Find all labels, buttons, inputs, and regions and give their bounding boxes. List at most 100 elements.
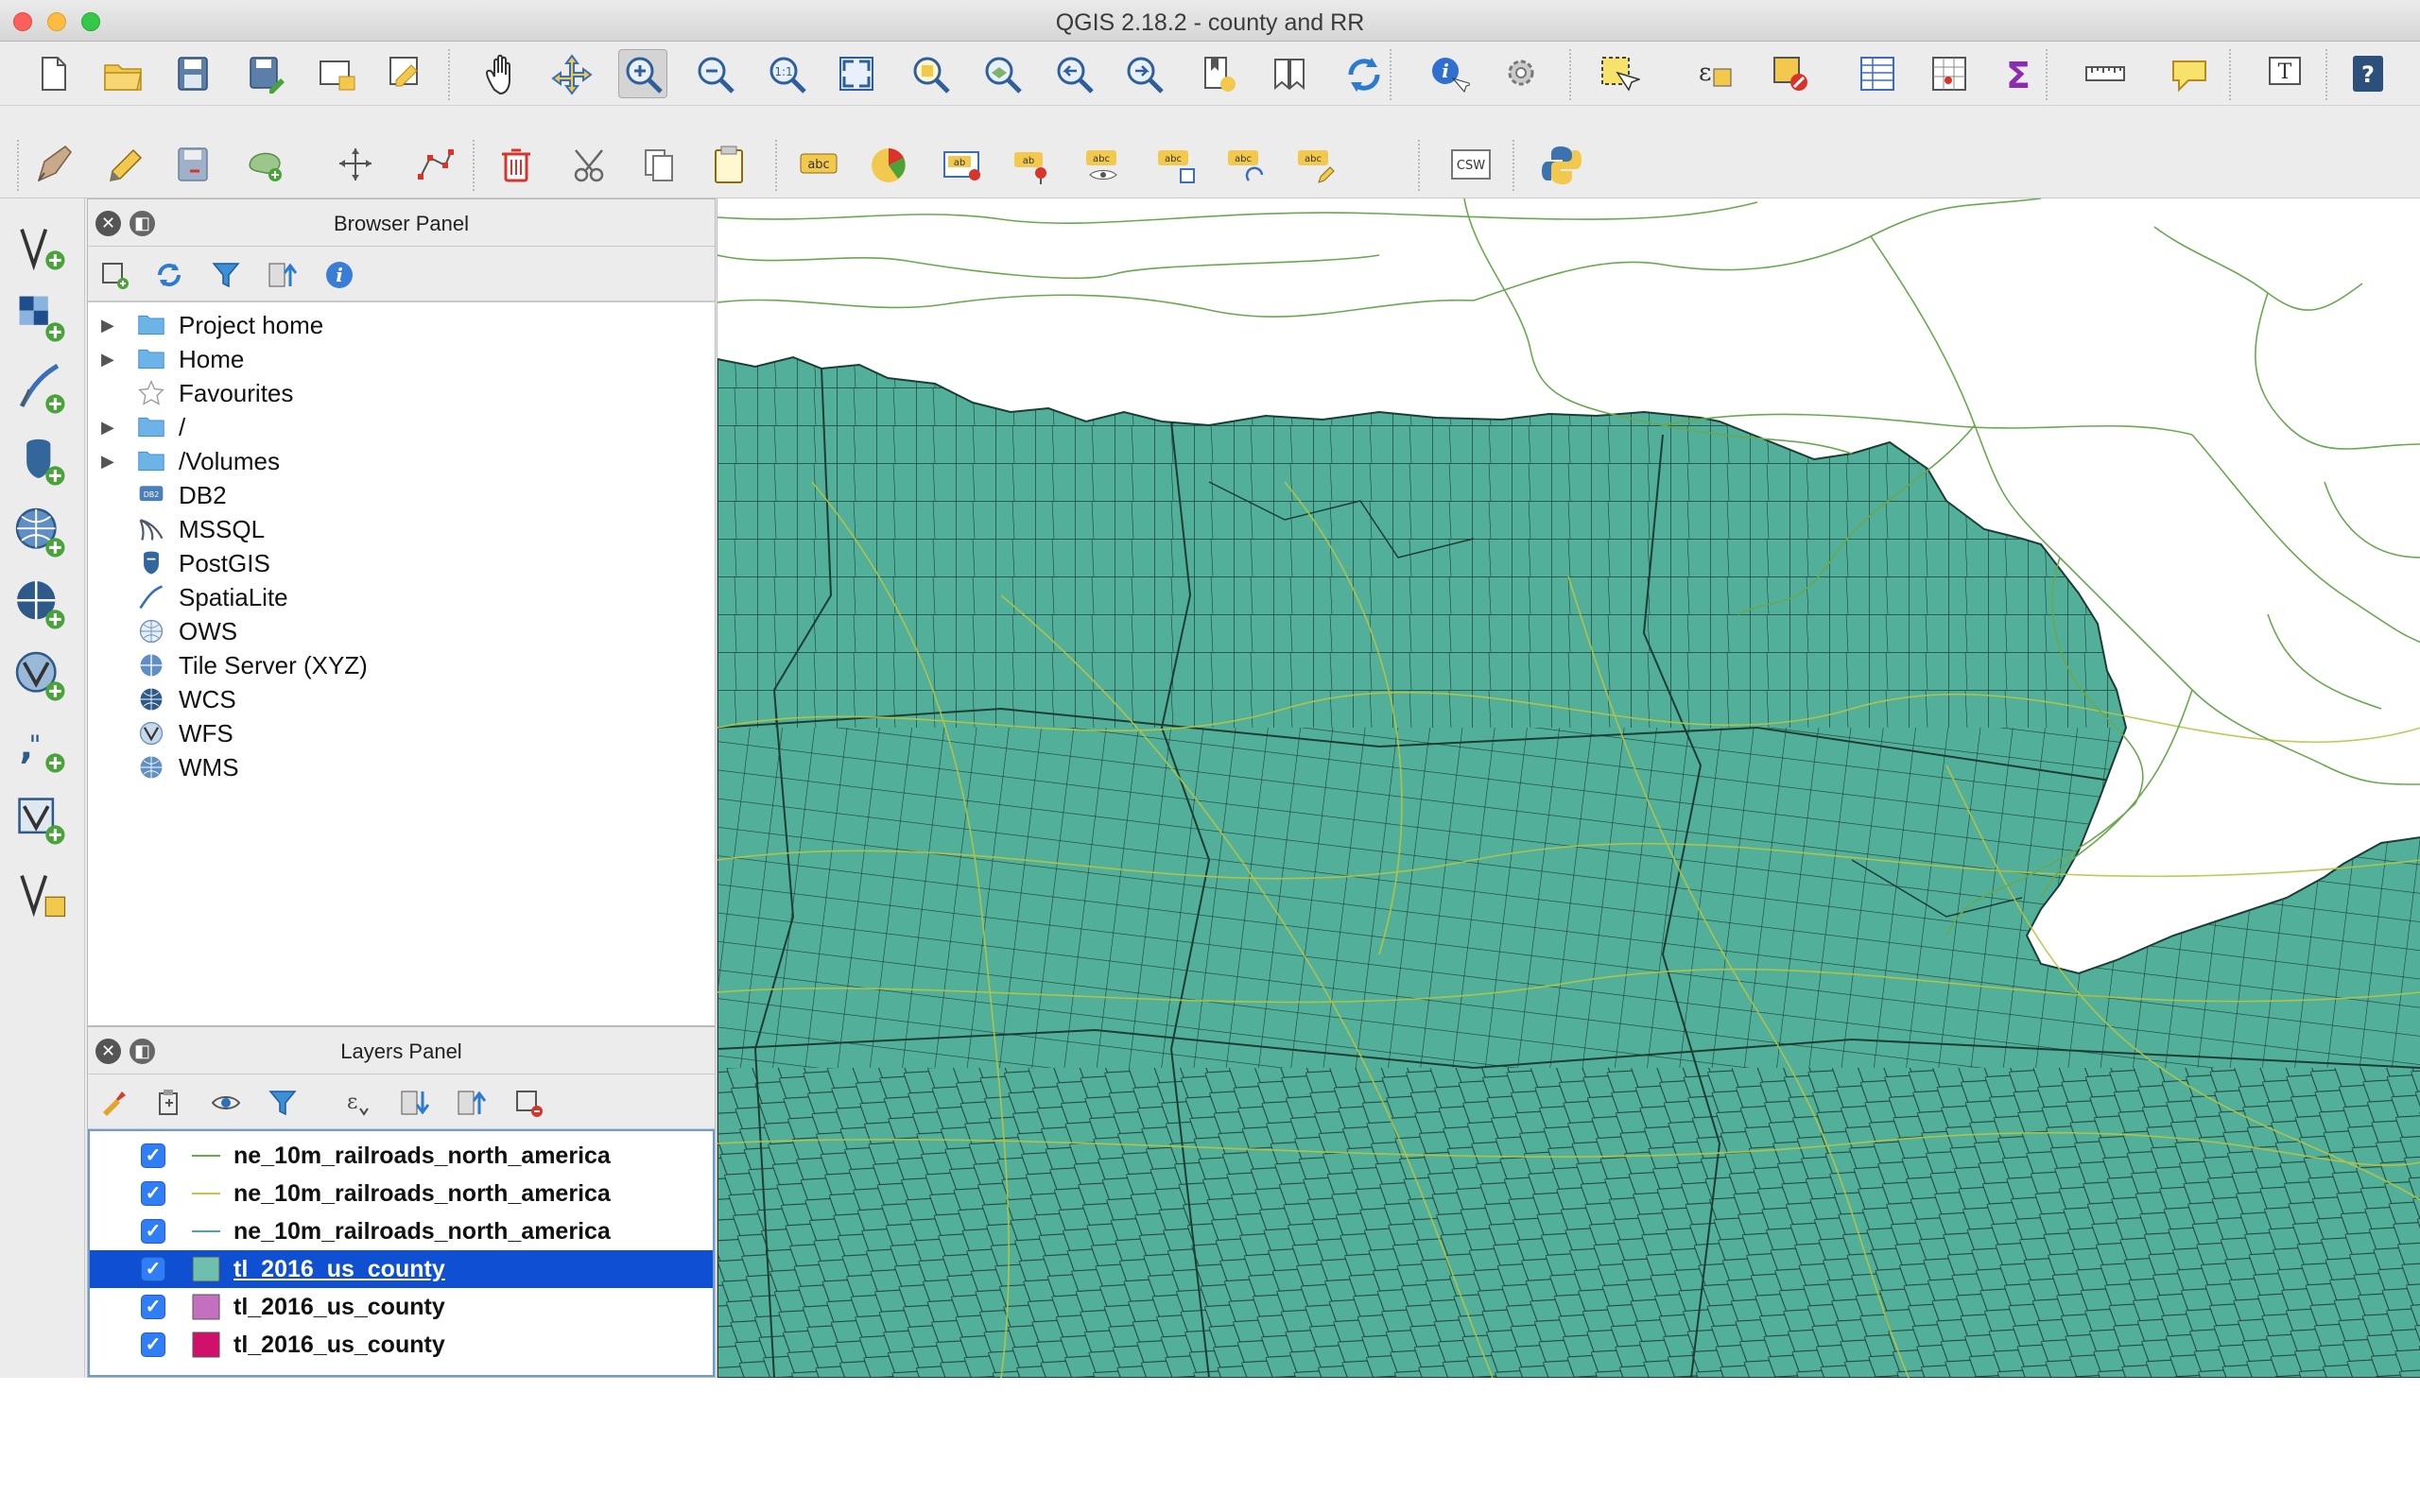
browser-item[interactable]: Favourites <box>88 376 715 410</box>
rotate-label-button[interactable]: abc <box>1221 140 1270 189</box>
zoom-full-button[interactable] <box>832 49 881 98</box>
browser-item[interactable]: SpatiaLite <box>88 580 715 614</box>
layer-row[interactable]: ✓ ne_10m_railroads_north_america <box>90 1212 713 1250</box>
browser-item[interactable]: WCS <box>88 682 715 716</box>
statistics-button[interactable]: Σ <box>1995 49 2044 98</box>
add-feature-button[interactable] <box>240 140 289 189</box>
metasearch-button[interactable]: CSW <box>1446 140 1495 189</box>
collapse-all-icon[interactable] <box>453 1084 491 1122</box>
map-canvas[interactable] <box>717 198 2420 1378</box>
map-render[interactable] <box>717 198 2420 1378</box>
diagram-button[interactable] <box>864 140 913 189</box>
properties-icon[interactable]: i <box>320 256 358 294</box>
layer-visibility-checkbox[interactable]: ✓ <box>141 1143 165 1168</box>
expand-arrow-icon[interactable]: ▶ <box>101 316 114 335</box>
select-expression-button[interactable]: ε <box>1690 49 1739 98</box>
browser-item[interactable]: OWS <box>88 614 715 648</box>
browser-item[interactable]: ▶ / <box>88 410 715 444</box>
show-hide-labels-button[interactable]: abc <box>1080 140 1129 189</box>
save-as-button[interactable] <box>240 49 289 98</box>
zoom-layer-button[interactable] <box>977 49 1027 98</box>
zoom-out-button[interactable] <box>690 49 739 98</box>
add-wfs-layer-button[interactable] <box>6 646 74 705</box>
style-manager-icon[interactable] <box>95 1084 133 1122</box>
add-postgis-layer-button[interactable] <box>6 431 74 490</box>
collapse-all-icon[interactable] <box>264 256 302 294</box>
layer-visibility-checkbox[interactable]: ✓ <box>141 1257 165 1281</box>
expand-arrow-icon[interactable]: ▶ <box>101 418 114 438</box>
map-tips-button[interactable] <box>2165 49 2214 98</box>
layer-row[interactable]: ✓ tl_2016_us_county <box>90 1288 713 1326</box>
add-group-icon[interactable] <box>150 1084 188 1122</box>
zoom-selection-button[interactable] <box>906 49 955 98</box>
add-virtual-layer-button[interactable] <box>6 790 74 849</box>
paste-features-button[interactable] <box>705 140 754 189</box>
add-spatialite-layer-button[interactable] <box>6 359 74 418</box>
open-project-button[interactable] <box>98 49 147 98</box>
new-bookmark-button[interactable] <box>1193 49 1242 98</box>
move-label-button[interactable]: abc <box>1151 140 1201 189</box>
composer-manager-button[interactable] <box>382 49 431 98</box>
attribute-table-button[interactable] <box>1853 49 1902 98</box>
zoom-last-button[interactable] <box>1049 49 1098 98</box>
browser-item[interactable]: Tile Server (XYZ) <box>88 648 715 682</box>
change-label-button[interactable]: abc <box>1291 140 1340 189</box>
layer-visibility-checkbox[interactable]: ✓ <box>141 1181 165 1206</box>
remove-layer-icon[interactable] <box>510 1084 547 1122</box>
browser-item[interactable]: ▶ Home <box>88 342 715 376</box>
node-tool-button[interactable] <box>410 140 459 189</box>
identify-button[interactable]: i <box>1424 49 1473 98</box>
deselect-button[interactable] <box>1766 49 1815 98</box>
expand-arrow-icon[interactable]: ▶ <box>101 452 114 472</box>
zoom-in-button[interactable] <box>618 49 667 98</box>
print-composer-button[interactable] <box>312 49 361 98</box>
label-button[interactable]: abc <box>794 140 843 189</box>
measure-button[interactable] <box>2080 49 2129 98</box>
filter-icon[interactable] <box>207 256 245 294</box>
layer-row[interactable]: ✓ tl_2016_us_county <box>90 1250 713 1288</box>
add-vector-layer-button[interactable] <box>6 215 74 274</box>
move-feature-button[interactable] <box>331 140 380 189</box>
select-features-button[interactable] <box>1594 49 1643 98</box>
filter-by-expression-icon[interactable]: ε <box>339 1084 377 1122</box>
add-delimited-text-button[interactable]: , " <box>6 718 74 777</box>
browser-item[interactable]: ▶ /Volumes <box>88 444 715 478</box>
refresh-icon[interactable] <box>150 256 188 294</box>
copy-features-button[interactable] <box>635 140 684 189</box>
add-wms-layer-button[interactable] <box>6 503 74 561</box>
pin-labels-button[interactable]: ab <box>1008 140 1057 189</box>
cut-features-button[interactable] <box>565 140 614 189</box>
browser-item[interactable]: ▶ Project home <box>88 308 715 342</box>
field-calculator-button[interactable] <box>1925 49 1974 98</box>
browser-item[interactable]: MSSQL <box>88 512 715 546</box>
layer-visibility-checkbox[interactable]: ✓ <box>141 1219 165 1244</box>
browser-item[interactable]: WMS <box>88 750 715 784</box>
show-bookmarks-button[interactable] <box>1265 49 1314 98</box>
toggle-editing-button[interactable] <box>98 140 147 189</box>
layer-row[interactable]: ✓ tl_2016_us_county <box>90 1326 713 1364</box>
zoom-next-button[interactable] <box>1119 49 1168 98</box>
new-project-button[interactable] <box>28 49 78 98</box>
delete-selected-button[interactable] <box>492 140 541 189</box>
expand-arrow-icon[interactable]: ▶ <box>101 350 114 369</box>
current-edits-button[interactable] <box>28 140 78 189</box>
layer-visibility-checkbox[interactable]: ✓ <box>141 1295 165 1319</box>
browser-item[interactable]: WFS <box>88 716 715 750</box>
browser-item[interactable]: DB2 DB2 <box>88 478 715 512</box>
refresh-button[interactable] <box>1339 49 1388 98</box>
new-shapefile-button[interactable] <box>6 862 74 920</box>
filter-legend-icon[interactable] <box>264 1084 302 1122</box>
add-selected-layers-icon[interactable] <box>95 256 133 294</box>
save-project-button[interactable] <box>168 49 217 98</box>
layer-labeling-button[interactable]: ab <box>938 140 987 189</box>
zoom-actual-button[interactable]: 1:1 <box>762 49 811 98</box>
visibility-icon[interactable] <box>207 1084 245 1122</box>
add-raster-layer-button[interactable] <box>6 287 74 346</box>
pan-button[interactable] <box>476 49 526 98</box>
browser-item[interactable]: PostGIS <box>88 546 715 580</box>
text-annotation-button[interactable]: T <box>2261 49 2310 98</box>
help-button[interactable]: ? <box>2344 49 2394 98</box>
layer-row[interactable]: ✓ ne_10m_railroads_north_america <box>90 1175 713 1212</box>
layer-visibility-checkbox[interactable]: ✓ <box>141 1332 165 1357</box>
layer-row[interactable]: ✓ ne_10m_railroads_north_america <box>90 1137 713 1175</box>
